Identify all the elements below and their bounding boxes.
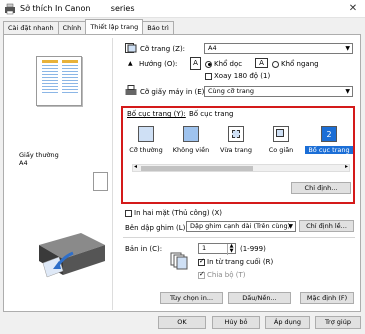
layout-preview-image (36, 56, 82, 106)
checkbox-indicator (205, 72, 212, 80)
printer-illustration (39, 233, 105, 278)
defaults-button[interactable]: Mặc định (F) (300, 292, 354, 304)
landscape-radio[interactable]: Khổ ngang (272, 60, 319, 68)
printer-paper-size-select[interactable]: Cùng cỡ trang ▼ (204, 86, 353, 97)
stamp-background-button[interactable]: Dấu/Nền... (228, 292, 291, 304)
page-layout-label: Bố cục trang (Y): (127, 110, 186, 118)
rotate-180-checkbox[interactable]: Xoay 180 độ (1) (205, 72, 270, 80)
landscape-icon: A (255, 58, 268, 68)
radio-indicator (205, 60, 212, 68)
orientation-label: Hướng (O): (139, 60, 178, 68)
tab-page-setup[interactable]: Thiết lập trang (85, 19, 144, 34)
checkbox-indicator (125, 209, 132, 217)
collate-checkbox[interactable]: Chia bộ (T) (198, 270, 245, 279)
checkbox-indicator (198, 257, 205, 266)
page-size-select[interactable]: A4 ▼ (204, 43, 353, 54)
help-button[interactable]: Trợ giúp (315, 316, 361, 329)
chevron-down-icon: ▼ (345, 45, 350, 52)
stapling-side-select[interactable]: Dập ghim cạnh dài (Trên cùng) ▼ (186, 221, 296, 232)
borderless-icon (183, 126, 199, 142)
orientation-bullet: ▲ (128, 60, 133, 67)
chevron-down-icon: ▼ (345, 88, 350, 95)
page-layout-group: Bố cục trang (Y): Bố cục trang Cỡ thường… (121, 106, 355, 204)
ok-button[interactable]: OK (158, 316, 206, 329)
page-layout-current: Bố cục trang (189, 110, 234, 118)
tab-strip: Cài đặt nhanh Chính Thiết lập trang Bảo … (3, 19, 174, 35)
window-title: Sở thích In Canon series (20, 4, 135, 13)
copies-range: (1-999) (240, 245, 266, 253)
paper-type-label: Giấy thường (19, 151, 59, 159)
page-size-icon (125, 43, 137, 53)
tab-main[interactable]: Chính (57, 21, 87, 34)
scrollbar-thumb[interactable] (141, 166, 253, 171)
paper-size-label: A4 (19, 159, 28, 167)
copies-stack-icon (170, 252, 188, 270)
specify-margin-button[interactable]: Chỉ định lề... (299, 220, 354, 232)
copies-input[interactable]: 1 ▲ ▼ (198, 243, 236, 255)
scaled-icon (273, 126, 289, 142)
scroll-left-icon[interactable]: ◂ (134, 163, 137, 170)
normal-size-icon (138, 126, 154, 142)
tab-maintenance[interactable]: Bảo trì (142, 21, 174, 34)
layout-option-fit-to-page[interactable]: Vừa trang (215, 126, 257, 164)
divider (123, 237, 355, 238)
tab-quick-setup[interactable]: Cài đặt nhanh (3, 21, 59, 34)
stapling-side-label: Bên dập ghim (L): (125, 224, 188, 232)
close-button[interactable]: ✕ (343, 1, 363, 17)
scroll-right-icon[interactable]: ▸ (345, 163, 348, 170)
copies-stepper[interactable]: ▲ ▼ (227, 244, 235, 255)
layout-option-borderless[interactable]: Không viền (170, 126, 212, 164)
radio-indicator (272, 60, 279, 68)
checkbox-indicator (198, 270, 205, 279)
cancel-button[interactable]: Hủy bỏ (212, 316, 260, 329)
page-layout-icon: 2 (321, 126, 337, 142)
printer-app-icon (5, 3, 15, 15)
layout-scrollbar[interactable]: ◂ ▸ (132, 163, 350, 172)
portrait-radio[interactable]: Khổ dọc (205, 60, 242, 68)
duplex-checkbox[interactable]: In hai mặt (Thủ công) (X) (125, 209, 222, 217)
layout-option-page-layout[interactable]: 2 Bố cục trang (305, 126, 353, 164)
printer-paper-icon (125, 85, 137, 95)
portrait-icon: A (190, 57, 201, 70)
copies-label: Bản in (C): (125, 245, 163, 253)
paper-sheet-icon (93, 172, 108, 191)
specify-button[interactable]: Chỉ định... (291, 182, 351, 194)
apply-button[interactable]: Áp dụng (265, 316, 310, 329)
printer-paper-size-label: Cỡ giấy máy in (E): (140, 88, 207, 96)
chevron-down-icon: ▼ (288, 223, 293, 230)
reverse-order-checkbox[interactable]: In từ trang cuối (R) (198, 257, 273, 266)
page-size-label: Cỡ trang (Z): (140, 45, 186, 53)
fit-to-page-icon (228, 126, 244, 142)
layout-option-normal[interactable]: Cỡ thường (125, 126, 167, 164)
layout-option-scaled[interactable]: Co giãn (260, 126, 302, 164)
print-options-button[interactable]: Tùy chọn in... (160, 292, 223, 304)
